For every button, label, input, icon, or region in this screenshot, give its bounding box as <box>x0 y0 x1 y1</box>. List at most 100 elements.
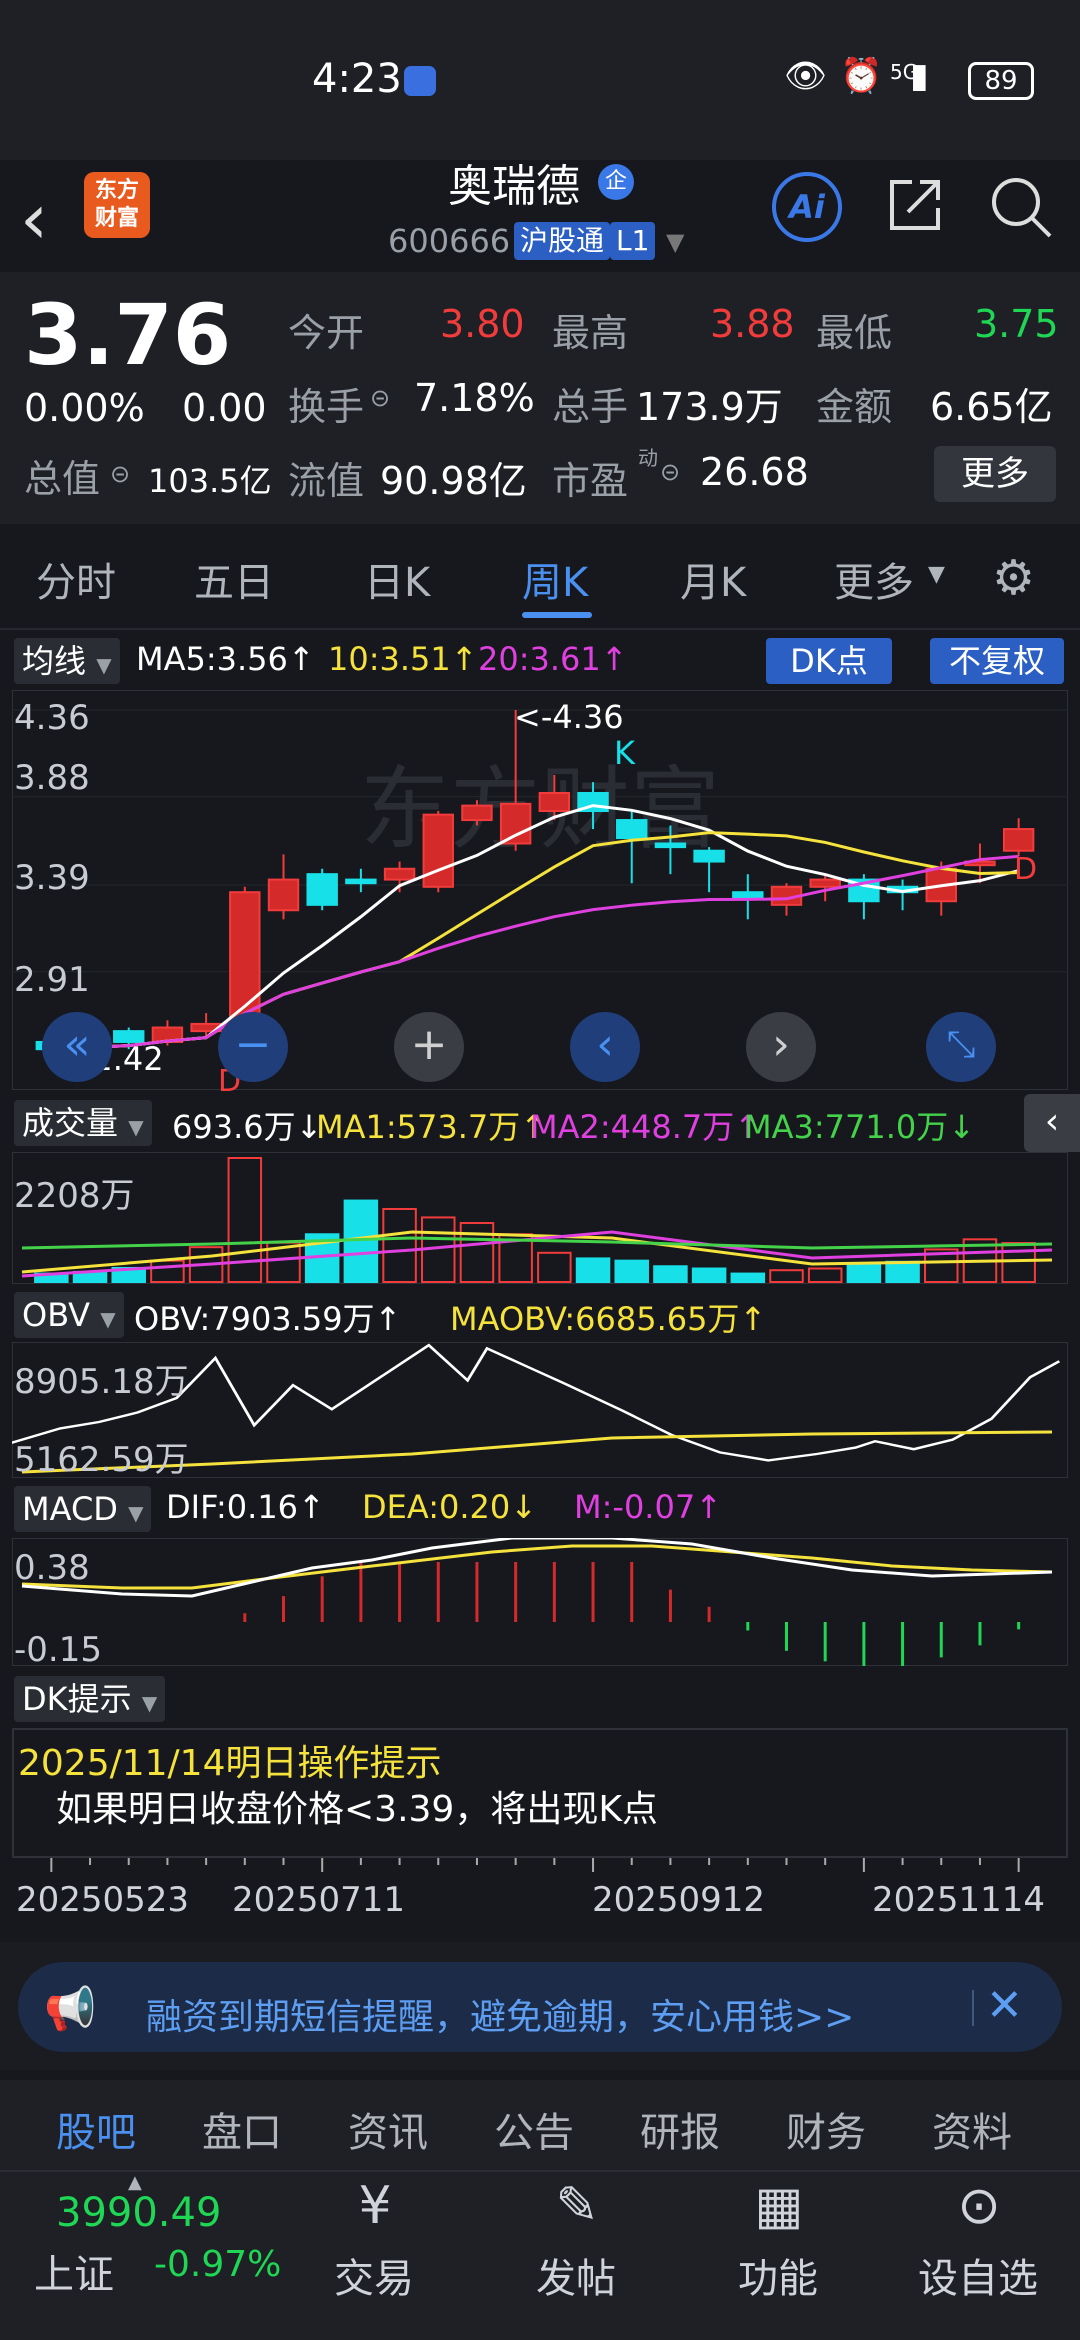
vol-ma3: MA3:771.0万↓ <box>744 1108 976 1146</box>
more-button[interactable]: 更多 <box>934 446 1056 502</box>
pe-info-icon[interactable]: ⊝ <box>660 458 680 486</box>
add-watchlist-button[interactable]: 设自选 <box>918 2246 1038 2304</box>
app-logo[interactable]: 东方 财富 <box>84 172 150 238</box>
collapse-icon[interactable]: ‹ <box>1024 1094 1080 1152</box>
vol-ma1: MA1:573.7万↑ <box>316 1108 548 1146</box>
ma10-value: 10:3.51↑ <box>328 640 478 678</box>
back-icon[interactable]: ‹ <box>20 178 48 260</box>
caret-icon: ▼ <box>128 1115 144 1139</box>
ai-button[interactable]: Ai <box>772 172 842 242</box>
amount-label: 金额 <box>816 385 893 429</box>
tab-news[interactable]: 资讯 <box>348 2100 428 2158</box>
candle <box>809 878 841 888</box>
tab-more-caret-icon: ▼ <box>928 562 945 587</box>
candle <box>732 891 764 899</box>
settings-icon[interactable]: ⚙ <box>992 550 1035 606</box>
ma20-value: 20:3.61↑ <box>478 640 628 678</box>
tab-announcement[interactable]: 公告 <box>494 2100 574 2158</box>
candle <box>654 842 687 849</box>
trade-button[interactable]: 交易 <box>334 2246 414 2304</box>
banner-divider <box>972 1990 974 2026</box>
info-icon[interactable]: ⊝ <box>110 460 130 488</box>
volume-bar <box>691 1267 727 1283</box>
scroll-left-far-icon[interactable]: « <box>42 1012 112 1082</box>
ma-selector[interactable]: 均线 ▼ <box>14 638 120 684</box>
scroll-left-icon[interactable]: ‹ <box>570 1012 640 1082</box>
zoom-out-icon[interactable]: − <box>218 1012 288 1082</box>
index-change[interactable]: -0.97% <box>154 2244 281 2285</box>
tab-profile[interactable]: 资料 <box>932 2100 1012 2158</box>
post-icon[interactable]: ✎ <box>532 2176 622 2236</box>
volume-chart[interactable] <box>12 1152 1068 1284</box>
macd-chart[interactable] <box>12 1538 1068 1666</box>
candle <box>383 867 416 881</box>
candle <box>616 819 648 840</box>
x-date-1: 20250523 <box>16 1880 190 1920</box>
tab-monthly-k[interactable]: 月K <box>680 550 746 608</box>
index-value[interactable]: 3990.49 <box>56 2190 221 2236</box>
obv-selector[interactable]: OBV ▼ <box>14 1292 124 1338</box>
macd-dif: DIF:0.16↑ <box>166 1488 325 1526</box>
kline-chart[interactable]: 东方财富 <box>12 690 1068 1090</box>
adjust-button[interactable]: 不复权 <box>930 638 1064 684</box>
volume-bar <box>575 1257 611 1283</box>
more-dots-icon[interactable]: ⊙ <box>934 2176 1024 2236</box>
tab-more[interactable]: 更多 <box>834 550 914 608</box>
open-value: 3.80 <box>440 302 525 346</box>
macd-selector[interactable]: MACD ▼ <box>14 1486 152 1532</box>
tab-pankou[interactable]: 盘口 <box>202 2100 282 2158</box>
tab-daily-k[interactable]: 日K <box>364 550 430 608</box>
status-time: 4:23 <box>312 56 402 102</box>
vol-ma2: MA2:448.7万↑ <box>530 1108 762 1146</box>
volume-bar <box>769 1269 804 1283</box>
candle <box>499 802 532 845</box>
dk-point-button[interactable]: DK点 <box>766 638 892 684</box>
tab-weekly-k[interactable]: 周K <box>522 550 588 608</box>
x-date-3: 20250912 <box>592 1880 766 1920</box>
tab-finance[interactable]: 财务 <box>786 2100 866 2158</box>
function-icon[interactable]: ▦ <box>734 2176 824 2236</box>
alarm-icon: ⏰ <box>840 56 883 96</box>
candle <box>693 849 725 863</box>
code-dropdown-icon[interactable]: ▼ <box>666 228 684 256</box>
function-button[interactable]: 功能 <box>738 2246 818 2304</box>
x-date-2: 20250711 <box>232 1880 406 1920</box>
volume-bar <box>537 1251 572 1284</box>
close-icon[interactable]: ✕ <box>986 1980 1023 2031</box>
x-axis-ticks <box>50 1858 1020 1872</box>
share-icon[interactable] <box>884 174 946 236</box>
high-marker: <-4.36 <box>514 698 624 736</box>
tab-intraday[interactable]: 分时 <box>36 550 116 608</box>
tab-research[interactable]: 研报 <box>640 2100 720 2158</box>
search-icon[interactable] <box>988 174 1054 240</box>
caret-icon: ▼ <box>128 1501 144 1525</box>
dk-tip-selector[interactable]: DK提示 ▼ <box>14 1676 166 1722</box>
turnover-info-icon[interactable]: ⊝ <box>370 384 390 412</box>
candle <box>229 891 261 1025</box>
pe-value: 26.68 <box>700 450 809 494</box>
logo-text: 东方 财富 <box>94 178 139 231</box>
high-label: 最高 <box>552 311 629 355</box>
volume-bar <box>885 1260 920 1283</box>
scroll-right-icon[interactable]: › <box>746 1012 816 1082</box>
eye-icon: 👁 <box>784 56 828 96</box>
trade-icon[interactable]: ¥ <box>330 2176 420 2236</box>
tab-guba[interactable]: 股吧 <box>56 2100 136 2158</box>
post-button[interactable]: 发帖 <box>536 2246 616 2304</box>
ma5-value: MA5:3.56↑ <box>136 640 315 678</box>
stock-code: 600666 <box>388 222 511 260</box>
index-name[interactable]: 上证 <box>34 2242 114 2300</box>
volume-selector[interactable]: 成交量 ▼ <box>14 1100 152 1146</box>
zoom-in-icon[interactable]: + <box>394 1012 464 1082</box>
tab-five-day[interactable]: 五日 <box>194 550 274 608</box>
fullscreen-icon[interactable]: ⤡ <box>926 1012 996 1082</box>
candle <box>538 791 571 813</box>
low-label: 最低 <box>816 311 893 355</box>
turnover-label: 换手 <box>288 385 365 429</box>
volume-bar <box>653 1265 688 1283</box>
obv-y-bottom: 5162.59万 <box>14 1440 189 1480</box>
amount-value: 6.65亿 <box>930 385 1053 429</box>
exchange-badge: 沪股通 <box>514 222 611 260</box>
high-value: 3.88 <box>710 302 795 346</box>
banner-text[interactable]: 融资到期短信提醒，避免逾期，安心用钱>> <box>146 1988 854 2040</box>
